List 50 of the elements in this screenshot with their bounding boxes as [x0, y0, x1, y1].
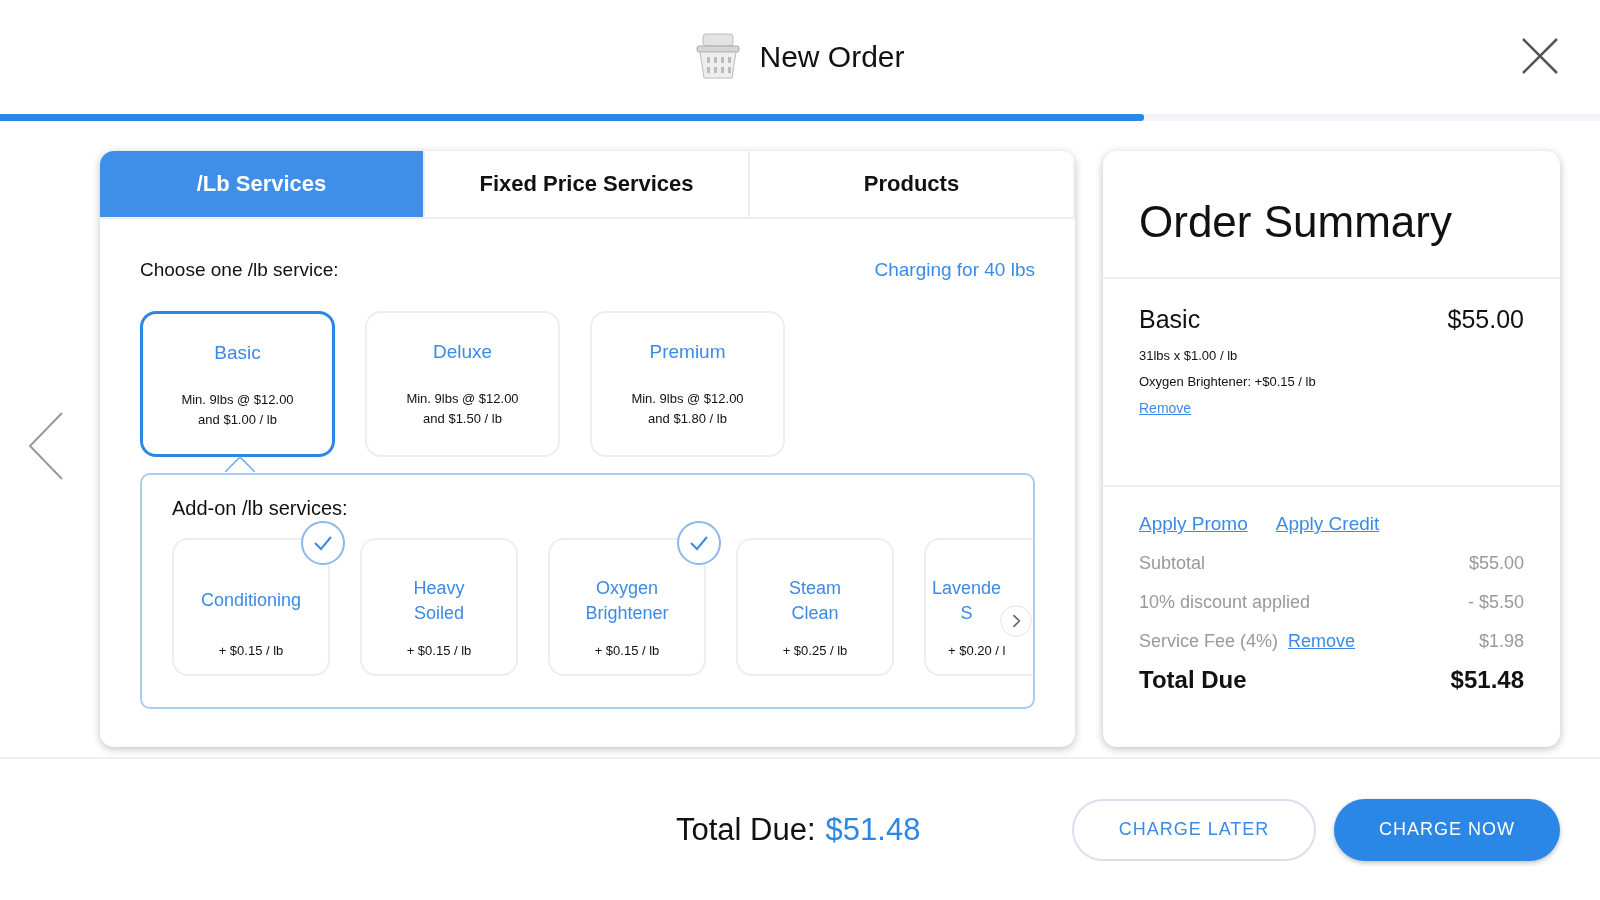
- service-option[interactable]: Premium Min. 9lbs @ $12.00 and $1.80 / lb: [590, 311, 785, 457]
- addon-name: Conditioning: [200, 589, 302, 613]
- addon-price: + $0.15 / lb: [218, 643, 284, 658]
- service-description: Min. 9lbs @ $12.00 and $1.80 / lb: [631, 390, 744, 428]
- remove-link[interactable]: Remove: [1139, 400, 1192, 416]
- total-amount: $51.48: [1450, 666, 1524, 694]
- item-amount: $55.00: [1447, 305, 1524, 334]
- service-description: Min. 9lbs @ $12.00 and $1.00 / lb: [181, 391, 294, 429]
- remove-link[interactable]: Remove: [1288, 631, 1356, 652]
- apply-link[interactable]: Apply Promo: [1139, 513, 1248, 535]
- addon-name: Lavende S: [932, 577, 1002, 625]
- line-label: Subtotal: [1139, 553, 1206, 574]
- line-amount: $1.98: [1478, 631, 1524, 652]
- line-label: Service Fee (4%): [1139, 631, 1279, 652]
- addon-price: + $0.25 / lb: [782, 643, 848, 658]
- line-amount: $55.00: [1468, 553, 1524, 574]
- addon-option[interactable]: Heavy Soiled + $0.15 / lb: [360, 538, 518, 676]
- window-title: New Order: [759, 40, 905, 74]
- addon-price: + $0.15 / lb: [406, 643, 472, 658]
- addon-name: Steam Clean: [789, 577, 841, 625]
- service-option[interactable]: Deluxe Min. 9lbs @ $12.00 and $1.50 / lb: [365, 311, 560, 457]
- section-label: Choose one /lb service:: [140, 259, 339, 281]
- charge-now-button[interactable]: CHARGE NOW: [1334, 798, 1560, 861]
- line-amount: - $5.50: [1467, 592, 1524, 613]
- pointer-icon: [225, 456, 255, 472]
- section-label: Add-on /lb services:: [172, 497, 348, 519]
- service-name: Premium: [649, 341, 726, 363]
- line-label: 10% discount applied: [1139, 592, 1311, 613]
- charging-link[interactable]: Charging for 40 lbs: [874, 259, 1035, 281]
- charge-later-button[interactable]: CHARGE LATER: [1072, 798, 1316, 861]
- service-name: Basic: [214, 342, 261, 364]
- basket-icon: [695, 32, 742, 82]
- item-name: Basic: [1139, 305, 1201, 334]
- apply-link[interactable]: Apply Credit: [1275, 513, 1380, 535]
- addon-name: Heavy Soiled: [413, 577, 465, 625]
- total-label: Total Due: [1139, 666, 1247, 694]
- service-name: Deluxe: [432, 341, 493, 363]
- service-description: Min. 9lbs @ $12.00 and $1.50 / lb: [406, 390, 519, 428]
- addon-price: + $0.20 / l: [948, 643, 1006, 658]
- addon-price: + $0.15 / lb: [594, 643, 660, 658]
- item-detail: Oxygen Brightener: +$0.15 / lb: [1139, 374, 1316, 389]
- summary-title: Order Summary: [1103, 151, 1560, 279]
- total-label: Total Due:: [676, 811, 816, 848]
- addon-option[interactable]: Steam Clean + $0.25 / lb: [736, 538, 894, 676]
- close-icon[interactable]: [1520, 36, 1560, 76]
- addon-name: Oxygen Brightener: [585, 577, 669, 625]
- total-amount: $51.48: [825, 811, 921, 848]
- tab[interactable]: Fixed Price Services: [425, 151, 750, 217]
- item-detail: 31lbs x $1.00 / lb: [1139, 348, 1238, 363]
- tab[interactable]: Products: [750, 151, 1075, 217]
